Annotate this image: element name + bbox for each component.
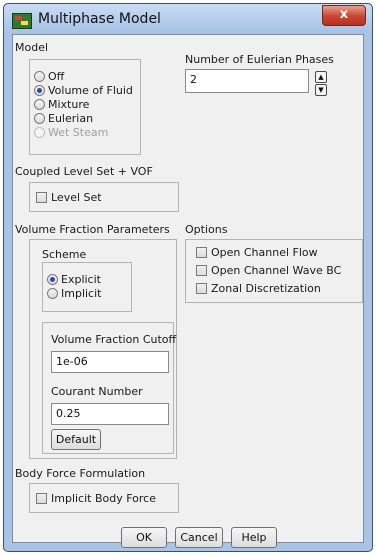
courant-label: Courant Number <box>51 385 143 398</box>
scheme-option-explicit[interactable]: Explicit <box>47 273 101 287</box>
multiphase-model-window: Multiphase Model x Model Off Volume of F… <box>3 3 373 552</box>
checkbox-icon <box>196 283 207 294</box>
courant-input[interactable]: 0.25 <box>51 403 169 425</box>
vfp-label: Volume Fraction Parameters <box>15 223 170 236</box>
model-option-eulerian[interactable]: Eulerian <box>34 112 93 126</box>
model-label: Model <box>15 41 49 54</box>
close-button[interactable]: x <box>322 5 366 26</box>
dialog-body: Model Off Volume of Fluid Mixture Euleri… <box>12 34 364 548</box>
help-button[interactable]: Help <box>231 527 277 548</box>
checkbox-icon <box>196 265 207 276</box>
coupled-group: Level Set <box>29 182 179 212</box>
radio-icon <box>34 127 45 138</box>
cutoff-label: Volume Fraction Cutoff <box>51 333 177 346</box>
spin-down-button[interactable]: ▼ <box>315 84 327 96</box>
radio-icon <box>34 99 45 110</box>
model-option-off[interactable]: Off <box>34 70 64 84</box>
checkbox-icon <box>36 493 47 504</box>
radio-icon <box>47 288 58 299</box>
level-set-checkbox[interactable]: Level Set <box>36 191 102 205</box>
options-label: Options <box>185 223 228 236</box>
default-button[interactable]: Default <box>51 429 101 450</box>
scheme-group: Explicit Implicit <box>42 262 132 312</box>
checkbox-icon <box>36 192 47 203</box>
cutoff-input[interactable]: 1e-06 <box>51 351 169 373</box>
radio-icon <box>34 113 45 124</box>
body-force-group: Implicit Body Force <box>29 483 179 513</box>
app-icon <box>12 13 32 29</box>
cancel-button[interactable]: Cancel <box>175 527 223 548</box>
model-option-mixture[interactable]: Mixture <box>34 98 89 112</box>
body-force-label: Body Force Formulation <box>15 467 146 480</box>
spin-up-button[interactable]: ▲ <box>315 71 327 83</box>
model-option-wet-steam: Wet Steam <box>34 126 108 140</box>
radio-selected-icon <box>47 274 58 285</box>
vfp-group: Scheme Explicit Implicit Volume Fraction… <box>29 239 177 459</box>
title-bar[interactable]: Multiphase Model x <box>4 4 372 34</box>
open-channel-wave-bc-checkbox[interactable]: Open Channel Wave BC <box>196 264 341 278</box>
ok-button[interactable]: OK <box>121 527 167 548</box>
model-group: Off Volume of Fluid Mixture Eulerian Wet… <box>29 59 141 155</box>
open-channel-flow-checkbox[interactable]: Open Channel Flow <box>196 246 318 260</box>
implicit-body-force-checkbox[interactable]: Implicit Body Force <box>36 492 156 506</box>
model-option-volume-of-fluid[interactable]: Volume of Fluid <box>34 84 133 98</box>
phases-label: Number of Eulerian Phases <box>185 53 334 66</box>
vfp-values-group: Volume Fraction Cutoff 1e-06 Courant Num… <box>42 322 177 454</box>
checkbox-icon <box>196 247 207 258</box>
options-group: Open Channel Flow Open Channel Wave BC Z… <box>185 239 363 303</box>
zonal-discretization-checkbox[interactable]: Zonal Discretization <box>196 282 321 296</box>
scheme-label: Scheme <box>42 248 87 261</box>
window-title: Multiphase Model <box>38 11 161 27</box>
radio-icon <box>34 71 45 82</box>
coupled-label: Coupled Level Set + VOF <box>15 165 153 178</box>
scheme-option-implicit[interactable]: Implicit <box>47 287 101 301</box>
radio-selected-icon <box>34 85 45 96</box>
phases-input[interactable]: 2 <box>185 69 309 93</box>
